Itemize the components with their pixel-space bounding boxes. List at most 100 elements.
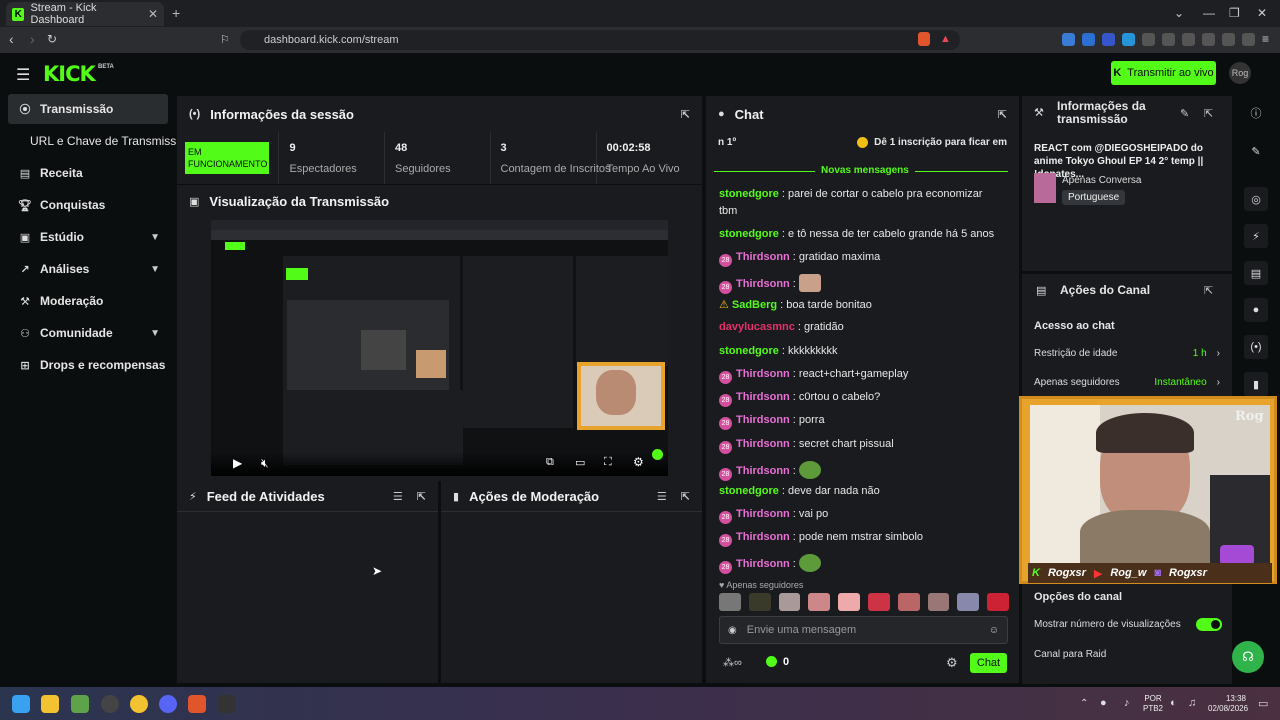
pinned-bar[interactable]: n 1º Dê 1 inscrição para ficar em (706, 133, 1019, 151)
browser-tab[interactable]: K Stream - Kick Dashboard ✕ (6, 2, 164, 26)
emote-icon[interactable] (987, 593, 1009, 611)
popout-icon[interactable]: ⇱ (681, 108, 690, 121)
broadcast-icon[interactable]: (•) (1244, 335, 1268, 359)
emote-icon[interactable] (927, 593, 950, 611)
play-icon[interactable]: ▶ (233, 456, 242, 470)
app-icon[interactable] (130, 695, 148, 713)
url-input[interactable]: dashboard.kick.com/stream (240, 30, 960, 50)
tray-chevron-icon[interactable]: ⌃ (1080, 698, 1088, 709)
edit-pencil-icon[interactable]: ✎ (1244, 139, 1268, 163)
emote-icon[interactable] (719, 593, 741, 611)
app-icon[interactable] (218, 695, 236, 713)
emote-menu-icon[interactable]: ☺ (989, 625, 999, 636)
settings-gear-icon[interactable]: ⚙ (633, 455, 644, 469)
popout-icon[interactable]: ⇱ (1204, 107, 1213, 120)
sidebar-item-transmissao[interactable]: ⦿ Transmissão (8, 94, 168, 124)
chat-bubble-icon[interactable]: ● (1244, 298, 1268, 322)
language-indicator[interactable]: POR PTB2 (1143, 694, 1163, 714)
extension-icon[interactable] (1102, 33, 1115, 46)
kick-logo[interactable]: KICK (43, 62, 96, 86)
age-restriction-row[interactable]: Restrição de idade 1 h › (1034, 348, 1220, 359)
leo-ai-icon[interactable] (1222, 33, 1235, 46)
discord-icon[interactable] (159, 695, 177, 713)
vpn-icon[interactable] (1242, 33, 1255, 46)
brave-icon[interactable] (188, 695, 206, 713)
volume-icon[interactable]: ♫ (1188, 697, 1196, 709)
popout-icon[interactable]: ⇱ (417, 490, 426, 503)
document-icon[interactable]: ▤ (1244, 261, 1268, 285)
user-avatar[interactable]: Rog (1229, 62, 1251, 84)
file-explorer-icon[interactable] (41, 695, 59, 713)
extension-icon[interactable] (1062, 33, 1075, 46)
show-views-toggle[interactable] (1196, 618, 1222, 631)
send-chat-button[interactable]: Chat (970, 653, 1007, 673)
menu-icon[interactable]: ☰ (16, 65, 30, 85)
back-icon[interactable]: ‹ (9, 31, 14, 47)
emote-icon[interactable] (748, 593, 771, 611)
sidebar-item-conquistas[interactable]: 🏆︎ Conquistas (8, 190, 168, 220)
microphone-icon[interactable]: ♪ (1124, 697, 1130, 709)
tab-search-icon[interactable]: ⌄ (1174, 6, 1184, 20)
app-icon[interactable] (71, 695, 89, 713)
emote-icon[interactable] (957, 593, 980, 611)
close-tab-icon[interactable]: ✕ (148, 7, 158, 21)
network-icon[interactable]: ◐ (1170, 697, 1177, 709)
emoji-picker-icon[interactable]: ◉ (728, 625, 737, 636)
support-headset-icon[interactable]: ☊ (1232, 641, 1264, 673)
users-infinity-icon[interactable]: ⁂∞ (723, 656, 742, 669)
emote-icon[interactable] (808, 593, 831, 611)
start-icon[interactable] (12, 695, 30, 713)
extensions-puzzle-icon[interactable] (1142, 33, 1155, 46)
lightning-icon[interactable]: ⚡︎ (1244, 224, 1268, 248)
clock[interactable]: 13:38 02/08/2026 (1208, 694, 1248, 714)
minimize-icon[interactable]: — (1203, 6, 1215, 20)
category-label[interactable]: Apenas Conversa (1062, 175, 1142, 186)
pip-icon[interactable]: ⧉ (546, 456, 554, 469)
emote-icon[interactable] (867, 593, 890, 611)
sidebar-item-drops[interactable]: ⊞ Drops e recompensas (8, 350, 168, 380)
browser-menu-icon[interactable]: ≡ (1262, 32, 1269, 46)
popout-icon[interactable]: ⇱ (998, 108, 1007, 121)
sidebar-item-comunidade[interactable]: ⚇ Comunidade ▼ (8, 318, 168, 348)
emote-icon[interactable] (778, 593, 801, 611)
window-close-icon[interactable]: ✕ (1257, 6, 1267, 20)
extension-icon[interactable] (1082, 33, 1095, 46)
followers-only-row[interactable]: Apenas seguidores Instantâneo › (1034, 377, 1220, 388)
theater-icon[interactable]: ▭ (575, 456, 585, 469)
reload-icon[interactable]: ↻ (47, 32, 57, 46)
mod-log-icon[interactable]: ▮ (1244, 372, 1268, 396)
sidebar-item-analises[interactable]: ↗ Análises ▼ (8, 254, 168, 284)
go-live-button[interactable]: K Transmitir ao vivo (1111, 61, 1216, 85)
sidebar-item-estudio[interactable]: ▣ Estúdio ▼ (8, 222, 168, 252)
sidebar-item-stream-key[interactable]: URL e Chave de Transmissão (8, 126, 176, 156)
popout-icon[interactable]: ⇱ (681, 490, 690, 503)
camera-icon[interactable]: ◎ (1244, 187, 1268, 211)
popout-icon[interactable]: ⇱ (1204, 284, 1213, 297)
brave-shield-icon[interactable] (918, 32, 930, 46)
fullscreen-icon[interactable]: ⛶ (604, 456, 612, 469)
filter-icon[interactable]: ☰ (393, 490, 403, 503)
edit-pencil-icon[interactable]: ✎ (1180, 107, 1189, 120)
info-icon[interactable]: ⓘ (1244, 101, 1268, 125)
wallet-icon[interactable] (1202, 33, 1215, 46)
tray-app-icon[interactable]: ● (1100, 697, 1107, 709)
bookmark-icon[interactable]: ⚐ (220, 33, 230, 46)
filter-icon[interactable]: ☰ (657, 490, 667, 503)
chat-settings-icon[interactable]: ⚙ (946, 655, 958, 671)
sidebar-toggle-icon[interactable] (1182, 33, 1195, 46)
sidebar-item-receita[interactable]: ▤ Receita (8, 158, 168, 188)
obs-icon[interactable] (101, 695, 119, 713)
extension-icon[interactable] (1162, 33, 1175, 46)
stream-preview-video[interactable]: ▶ 🔇︎ ⧉ ▭ ⛶ ⚙ (211, 220, 668, 476)
emote-icon[interactable] (838, 593, 860, 611)
sidebar-item-moderacao[interactable]: ⚒ Moderação (8, 286, 168, 316)
chat-input[interactable]: ◉ Envie uma mensagem ☺ (719, 616, 1008, 644)
mute-icon[interactable]: 🔇︎ (261, 456, 269, 471)
notifications-icon[interactable]: ▭ (1258, 697, 1268, 710)
forward-icon[interactable]: › (30, 31, 35, 47)
brave-rewards-icon[interactable]: ▲ (940, 33, 951, 45)
restore-icon[interactable]: ❐ (1229, 6, 1240, 20)
extension-icon[interactable] (1122, 33, 1135, 46)
new-tab-icon[interactable]: + (172, 5, 180, 21)
raid-channel-label[interactable]: Canal para Raid (1034, 649, 1106, 660)
